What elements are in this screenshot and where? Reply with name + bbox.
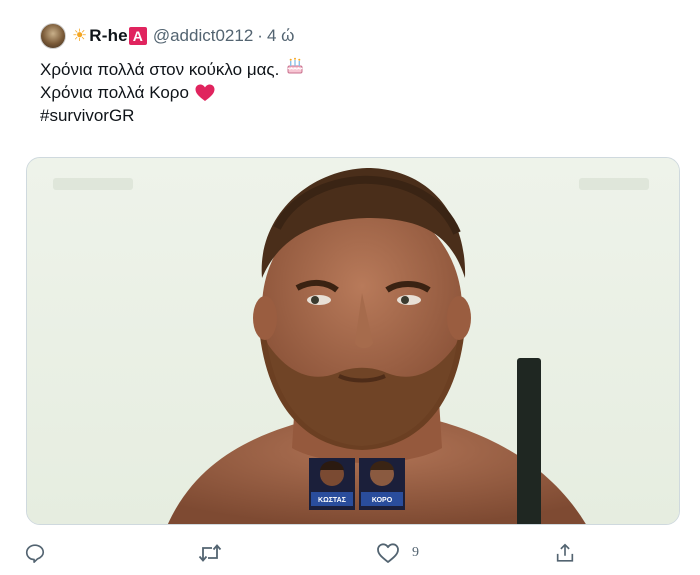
tweet-header: ☀ R-he A @addict0212 · 4 ώ (40, 22, 294, 50)
tweet-line-2-text: Χρόνια πολλά Κορο (40, 83, 189, 102)
sun-icon: ☀ (72, 26, 88, 46)
separator-dot: · (257, 26, 263, 45)
contestant-label-left: ΚΩΣΤΑΣ (318, 497, 346, 504)
like-button[interactable]: 9 (376, 540, 419, 566)
like-count: 9 (412, 545, 419, 560)
user-handle[interactable]: @addict0212 (153, 26, 253, 46)
red-heart-icon (195, 84, 215, 102)
display-name[interactable]: R-he (89, 26, 128, 46)
letter-a-badge-icon: A (128, 27, 147, 45)
share-button[interactable] (554, 540, 576, 566)
tweet-line-3: #survivorGR (40, 104, 660, 127)
hashtag-link[interactable]: #survivorGR (40, 104, 134, 127)
reply-button[interactable] (24, 540, 46, 566)
contestant-label-right: ΚΟΡΟ (372, 497, 393, 504)
contestant-badge-left: ΚΩΣΤΑΣ (309, 458, 355, 510)
tweet-text: Χρόνια πολλά στον κούκλο μας. Χρόνια πολ… (40, 56, 660, 127)
tweet-actions: 9 (0, 540, 700, 566)
avatar[interactable] (40, 23, 66, 49)
like-icon (377, 543, 399, 563)
tweet-timestamp[interactable]: 4 ώ (267, 26, 294, 46)
contestant-badge-right: ΚΟΡΟ (359, 458, 405, 510)
share-icon (556, 543, 574, 562)
tweet-line-1-text: Χρόνια πολλά στον κούκλο μας. (40, 60, 280, 79)
retweet-icon (198, 544, 222, 562)
tweet-media-photo[interactable]: ΚΩΣΤΑΣ ΚΟΡΟ (26, 157, 680, 525)
photo-illustration: ΚΩΣΤΑΣ ΚΟΡΟ (27, 158, 679, 524)
reply-icon (25, 544, 45, 563)
tweet-card[interactable]: ☀ R-he A @addict0212 · 4 ώ Χρόνια πολλά … (26, 10, 680, 525)
tweet-line-1: Χρόνια πολλά στον κούκλο μας. (40, 56, 660, 83)
tweet-line-2: Χρόνια πολλά Κορο (40, 81, 660, 104)
birthday-cake-icon (285, 56, 305, 83)
retweet-button[interactable] (198, 540, 222, 566)
